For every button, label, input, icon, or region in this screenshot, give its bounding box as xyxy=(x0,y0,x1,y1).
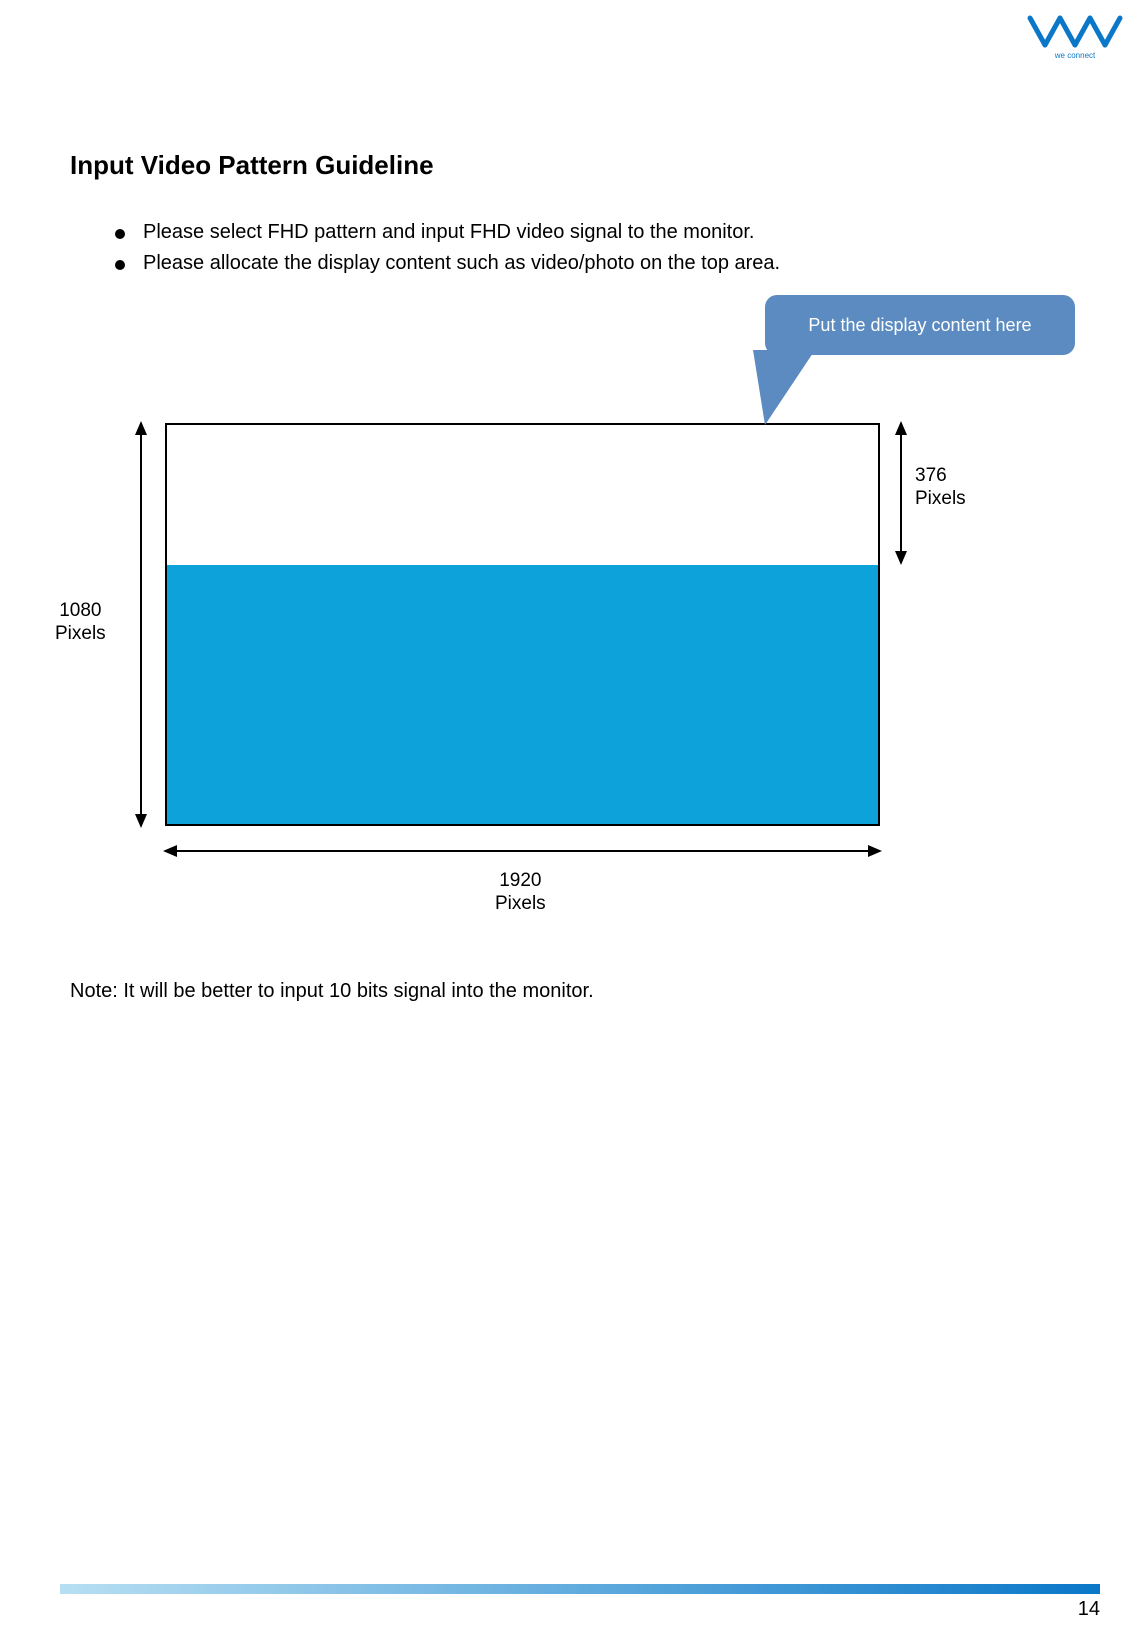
height-value: 1080 xyxy=(59,600,101,621)
diagram: Put the display content here 1080 Pixels… xyxy=(70,295,1075,945)
width-dimension-arrow xyxy=(165,850,880,852)
page-number: 14 xyxy=(1078,1598,1100,1621)
top-height-value: 376 xyxy=(915,465,947,486)
logo-tagline: we connect xyxy=(1054,51,1096,60)
bullet-item: Please allocate the display content such… xyxy=(115,252,1075,275)
callout-tail xyxy=(753,350,815,425)
top-height-dimension-label: 376 Pixels xyxy=(915,465,966,511)
screen-blue-region xyxy=(167,565,878,824)
screen-rectangle xyxy=(165,423,880,826)
top-height-dimension-arrow xyxy=(900,423,902,563)
height-dimension-arrow xyxy=(140,423,142,826)
callout-bubble: Put the display content here xyxy=(765,295,1075,355)
width-dimension-label: 1920 Pixels xyxy=(495,870,546,916)
height-dimension-label: 1080 Pixels xyxy=(55,600,106,646)
height-unit: Pixels xyxy=(55,623,106,644)
width-value: 1920 xyxy=(499,870,541,891)
section-heading: Input Video Pattern Guideline xyxy=(70,150,1075,181)
brand-logo: we connect xyxy=(1025,10,1125,60)
footer-divider xyxy=(60,1584,1100,1594)
callout-text: Put the display content here xyxy=(808,315,1031,336)
bullet-item: Please select FHD pattern and input FHD … xyxy=(115,221,1075,244)
bullet-list: Please select FHD pattern and input FHD … xyxy=(115,221,1075,275)
top-height-unit: Pixels xyxy=(915,488,966,509)
note-text: Note: It will be better to input 10 bits… xyxy=(70,980,594,1003)
width-unit: Pixels xyxy=(495,893,546,914)
